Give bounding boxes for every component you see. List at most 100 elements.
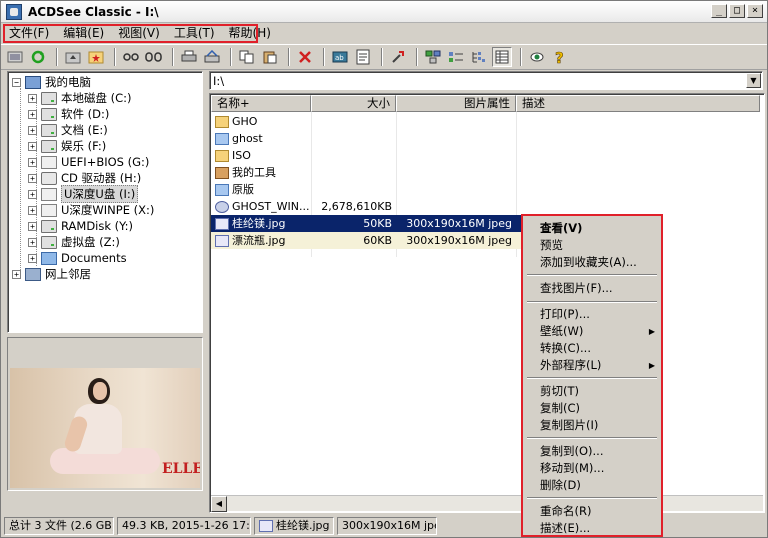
expand-icon[interactable]: +	[28, 173, 37, 183]
expand-icon[interactable]: +	[28, 237, 37, 247]
paste-icon[interactable]	[260, 47, 280, 67]
properties-icon[interactable]	[353, 47, 373, 67]
expand-icon[interactable]: +	[28, 109, 37, 119]
tree-item-drive-d[interactable]: + 软件 (D:)	[28, 106, 109, 122]
menu-edit[interactable]: 编辑(E)	[57, 24, 110, 43]
chevron-down-icon[interactable]: ▼	[746, 73, 761, 88]
ctx-preview[interactable]: 预览	[523, 237, 661, 254]
print-icon[interactable]	[179, 47, 199, 67]
column-description[interactable]: 描述	[516, 95, 760, 112]
tree-item-drive-x[interactable]: + U深度WINPE (X:)	[28, 202, 154, 218]
toolbar-separator	[288, 48, 290, 66]
table-row[interactable]: 漂流瓶.jpg 60KB 300x190x16M jpeg	[211, 232, 521, 249]
up-folder-icon[interactable]	[63, 47, 83, 67]
horizontal-scrollbar[interactable]: ◀	[211, 495, 763, 512]
table-row[interactable]: 我的工具	[211, 164, 516, 181]
tree-item-drive-z[interactable]: + 虚拟盘 (Z:)	[28, 234, 120, 250]
table-row[interactable]: ghost	[211, 130, 516, 147]
ctx-external-program[interactable]: 外部程序(L) ▶	[523, 357, 661, 374]
ctx-cut[interactable]: 剪切(T)	[523, 383, 661, 400]
copy-icon[interactable]	[237, 47, 257, 67]
tree-item-drive-e[interactable]: + 文档 (E:)	[28, 122, 108, 138]
maximize-button[interactable]: □	[729, 4, 745, 18]
fullscreen-icon[interactable]	[144, 47, 164, 67]
table-row[interactable]: 原版	[211, 181, 516, 198]
hard-drive-icon	[41, 219, 57, 233]
favorite-icon[interactable]	[86, 47, 106, 67]
folder-tree[interactable]: − 我的电脑 + 本地磁盘 (C:) + 软件 (D:) + 文档 (E:) +…	[7, 71, 203, 333]
ctx-copy[interactable]: 复制(C)	[523, 400, 661, 417]
delete-icon[interactable]	[295, 47, 315, 67]
column-attributes[interactable]: 图片属性	[396, 95, 516, 112]
expand-icon[interactable]: +	[28, 221, 37, 231]
expand-icon[interactable]: +	[28, 125, 37, 135]
toolbar-separator	[56, 48, 58, 66]
menu-separator	[527, 301, 657, 303]
table-row-selected[interactable]: 桂纶镁.jpg 50KB 300x190x16M jpeg	[211, 215, 521, 232]
table-row[interactable]: GHOST_WIN... 2,678,610KB	[211, 198, 516, 215]
expand-icon[interactable]: +	[28, 253, 37, 263]
minimize-button[interactable]: _	[711, 4, 727, 18]
file-list[interactable]: 名称+ 大小 图片属性 描述 GHO ghost ISO 我的工具 原版 GHO…	[209, 93, 765, 513]
expand-icon[interactable]: +	[12, 269, 21, 279]
expand-icon[interactable]: +	[28, 189, 37, 199]
table-row[interactable]: ISO	[211, 147, 516, 164]
ctx-view[interactable]: 查看(V)	[523, 220, 661, 237]
ctx-convert[interactable]: 转换(C)...	[523, 340, 661, 357]
column-size[interactable]: 大小	[311, 95, 396, 112]
computer-icon	[25, 75, 41, 89]
tree-item-drive-c[interactable]: + 本地磁盘 (C:)	[28, 90, 132, 106]
menu-file[interactable]: 文件(F)	[3, 24, 55, 43]
large-icons-icon[interactable]	[423, 47, 443, 67]
expand-icon[interactable]: +	[28, 157, 37, 167]
menu-help[interactable]: 帮助(H)	[223, 24, 277, 43]
eye-icon[interactable]	[527, 47, 547, 67]
tree-item-drive-g[interactable]: + UEFI+BIOS (G:)	[28, 154, 149, 170]
submenu-arrow-icon: ▶	[648, 327, 655, 336]
list-icon[interactable]	[469, 47, 489, 67]
ctx-print[interactable]: 打印(P)...	[523, 306, 661, 323]
scan-icon[interactable]	[202, 47, 222, 67]
folder-icon	[215, 132, 229, 145]
status-bar: 总计 3 文件 (2.6 GB) 49.3 KB, 2015-1-26 17:1…	[1, 515, 767, 537]
ctx-copy-image[interactable]: 复制图片(I)	[523, 417, 661, 434]
collapse-icon[interactable]: −	[12, 77, 21, 87]
expand-icon[interactable]: +	[28, 93, 37, 103]
tree-item-drive-i[interactable]: + U深度U盘 (I:)	[28, 185, 139, 203]
ctx-copy-to[interactable]: 复制到(O)...	[523, 443, 661, 460]
submenu-arrow-icon: ▶	[648, 361, 655, 370]
ctx-delete[interactable]: 删除(D)	[523, 477, 661, 494]
table-row[interactable]: GHO	[211, 113, 516, 130]
disc-image-icon	[215, 200, 229, 213]
tree-item-my-computer[interactable]: − 我的电脑	[12, 74, 91, 90]
expand-icon[interactable]: +	[28, 205, 37, 215]
rename-icon[interactable]: ab	[330, 47, 350, 67]
browse-icon[interactable]	[5, 47, 25, 67]
ctx-move-to[interactable]: 移动到(M)...	[523, 460, 661, 477]
column-name[interactable]: 名称+	[211, 95, 311, 112]
refresh-icon[interactable]	[28, 47, 48, 67]
expand-icon[interactable]: +	[28, 141, 37, 151]
view-icon[interactable]	[121, 47, 141, 67]
tree-item-drive-y[interactable]: + RAMDisk (Y:)	[28, 218, 133, 234]
folder-icon	[215, 149, 229, 162]
tree-item-documents[interactable]: + Documents	[28, 250, 127, 266]
menu-tools[interactable]: 工具(T)	[168, 24, 221, 43]
preview-pane: ELLE	[7, 337, 203, 491]
close-button[interactable]: ×	[747, 4, 763, 18]
tree-item-drive-f[interactable]: + 娱乐 (F:)	[28, 138, 106, 154]
ctx-wallpaper[interactable]: 壁纸(W) ▶	[523, 323, 661, 340]
small-icons-icon[interactable]	[446, 47, 466, 67]
help-icon[interactable]: ?	[550, 47, 570, 67]
tools-icon[interactable]	[388, 47, 408, 67]
ctx-add-to-favorites[interactable]: 添加到收藏夹(A)...	[523, 254, 661, 271]
address-bar[interactable]: I:\ ▼	[209, 71, 763, 90]
menu-view[interactable]: 视图(V)	[112, 24, 166, 43]
scroll-left-icon[interactable]: ◀	[211, 496, 227, 512]
details-icon[interactable]	[492, 47, 512, 67]
toolbar-separator	[520, 48, 522, 66]
tree-item-network[interactable]: + 网上邻居	[12, 266, 91, 282]
tree-item-drive-h[interactable]: + CD 驱动器 (H:)	[28, 170, 141, 186]
image-file-icon	[215, 234, 229, 247]
ctx-find-images[interactable]: 查找图片(F)...	[523, 280, 661, 297]
